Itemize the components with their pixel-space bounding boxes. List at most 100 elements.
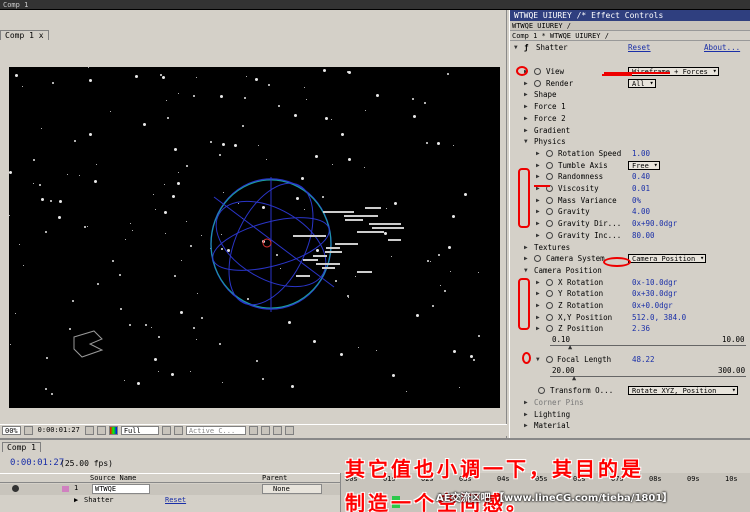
property-row[interactable]: ▶ Mass Variance 0% xyxy=(510,195,750,207)
property-group-row[interactable]: ▶ Corner Pins xyxy=(510,397,750,409)
expand-triangle-icon[interactable]: ▶ xyxy=(536,218,540,230)
property-row[interactable]: ▶ Render All xyxy=(510,78,750,90)
property-row[interactable]: ▶ Force 2 xyxy=(510,113,750,125)
expand-triangle-icon[interactable]: ▼ xyxy=(524,136,528,148)
stopwatch-icon[interactable] xyxy=(546,356,553,363)
stopwatch-icon[interactable] xyxy=(546,220,553,228)
z-position-slider[interactable]: 0.10 10.00 ▲ xyxy=(510,334,750,351)
expand-triangle-icon[interactable]: ▶ xyxy=(524,409,528,421)
expand-triangle-icon[interactable]: ▶ xyxy=(524,420,528,432)
property-value[interactable]: 0x+30.0dgr xyxy=(632,288,677,300)
camera-view-select[interactable]: Active C... xyxy=(185,426,246,435)
timeline-timecode[interactable]: 0:00:01:27 xyxy=(10,458,64,468)
stopwatch-icon[interactable] xyxy=(546,161,553,169)
expand-triangle-icon[interactable]: ▶ xyxy=(536,288,540,300)
parent-select[interactable]: None xyxy=(262,484,322,494)
expand-triangle-icon[interactable]: ▶ xyxy=(536,206,540,218)
resolution-select[interactable]: Full xyxy=(120,426,159,435)
stopwatch-icon[interactable] xyxy=(546,313,553,321)
property-row[interactable]: ▶ Shape xyxy=(510,89,750,101)
stopwatch-icon[interactable] xyxy=(534,255,541,263)
property-row[interactable]: ▶ Force 1 xyxy=(510,101,750,113)
channel-icon[interactable] xyxy=(108,426,118,435)
stopwatch-icon[interactable] xyxy=(546,231,553,239)
effect-reset-link[interactable]: Reset xyxy=(165,496,186,504)
fast-preview-icon[interactable] xyxy=(272,426,282,435)
property-value[interactable]: 0% xyxy=(632,195,641,207)
focal-slider-thumb-icon[interactable]: ▲ xyxy=(572,373,576,385)
about-link[interactable]: About... xyxy=(704,42,740,54)
expand-triangle-icon[interactable]: ▶ xyxy=(74,496,78,504)
expand-triangle-icon[interactable]: ▼ xyxy=(524,265,528,277)
focal-slider[interactable]: 20.00 300.00 ▲ xyxy=(510,365,750,382)
property-value[interactable]: 0x+90.0dgr xyxy=(632,218,677,230)
property-row[interactable]: ▶ Gravity 4.00 xyxy=(510,206,750,218)
property-value[interactable]: 80.00 xyxy=(632,230,655,242)
property-row[interactable]: ▶ X,Y Position 512.0, 384.0 xyxy=(510,312,750,324)
transform-order-select[interactable]: Rotate XYZ, Position xyxy=(628,386,738,395)
expand-triangle-icon[interactable]: ▼ xyxy=(536,354,540,366)
property-row[interactable]: ▼ Physics xyxy=(510,136,750,148)
stopwatch-icon[interactable] xyxy=(546,196,553,204)
property-row[interactable]: ▼ Camera Position xyxy=(510,265,750,277)
stopwatch-icon[interactable] xyxy=(546,149,553,157)
expand-triangle-icon[interactable]: ▶ xyxy=(524,78,528,90)
transform-order-row[interactable]: Transform O... Rotate XYZ, Position xyxy=(510,385,750,397)
fx-enable-icon[interactable]: ƒ xyxy=(524,42,529,54)
property-value[interactable]: 0x-10.0dgr xyxy=(632,277,677,289)
expand-triangle-icon[interactable]: ▶ xyxy=(524,242,528,254)
expand-triangle-icon[interactable]: ▶ xyxy=(536,300,540,312)
property-value[interactable]: 4.00 xyxy=(632,206,650,218)
property-select[interactable]: Camera Position xyxy=(628,254,707,264)
label-color-swatch[interactable] xyxy=(62,486,69,492)
slider-thumb-icon[interactable]: ▲ xyxy=(568,342,572,354)
expand-triangle-icon[interactable]: ▶ xyxy=(524,113,528,125)
safe-zone-icon[interactable] xyxy=(23,426,33,435)
visibility-eye-icon[interactable] xyxy=(12,485,19,492)
timeline-tab[interactable]: Comp 1 xyxy=(2,442,41,452)
layer-row[interactable]: 1 WTWQE None xyxy=(0,484,340,495)
timecode-display[interactable]: 0:00:01:27 xyxy=(36,426,82,435)
property-row[interactable]: ▶ Tumble Axis Free xyxy=(510,160,750,172)
tab-comp[interactable]: Comp 1 x xyxy=(0,30,49,40)
stopwatch-icon[interactable] xyxy=(546,290,553,298)
transparency-grid-icon[interactable] xyxy=(173,426,183,435)
tab-close-icon[interactable]: x xyxy=(39,31,44,40)
effect-controls-tab[interactable]: WTWQE UIUREY / xyxy=(510,21,750,31)
property-row[interactable]: ▶ X Rotation 0x-10.0dgr xyxy=(510,277,750,289)
property-value[interactable]: 0.40 xyxy=(632,171,650,183)
zoom-select[interactable]: 00% xyxy=(2,426,21,435)
focal-length-value[interactable]: 48.22 xyxy=(632,354,655,366)
stopwatch-icon[interactable] xyxy=(546,173,553,181)
stopwatch-icon[interactable] xyxy=(546,325,553,333)
expand-triangle-icon[interactable]: ▶ xyxy=(536,148,540,160)
stopwatch-icon[interactable] xyxy=(546,208,553,216)
expand-triangle-icon[interactable]: ▶ xyxy=(524,89,528,101)
expand-triangle-icon[interactable]: ▶ xyxy=(536,195,540,207)
expand-triangle-icon[interactable]: ▶ xyxy=(524,101,528,113)
expand-triangle-icon[interactable]: ▶ xyxy=(536,277,540,289)
composition-viewer[interactable] xyxy=(9,67,500,408)
column-source-name[interactable]: Source Name xyxy=(90,474,136,482)
property-row[interactable]: ▶ Z Rotation 0x+0.0dgr xyxy=(510,300,750,312)
property-value[interactable]: 1.00 xyxy=(632,148,650,160)
expand-triangle-icon[interactable]: ▶ xyxy=(524,397,528,409)
flowchart-icon[interactable] xyxy=(284,426,294,435)
property-select[interactable]: All xyxy=(628,78,656,88)
expand-triangle-icon[interactable]: ▶ xyxy=(536,230,540,242)
collapse-triangle-icon[interactable]: ▼ xyxy=(514,42,518,54)
property-row[interactable]: ▶ Gravity Inc... 80.00 xyxy=(510,230,750,242)
property-row[interactable]: ▶ Randomness 0.40 xyxy=(510,171,750,183)
property-value[interactable]: 0.01 xyxy=(632,183,650,195)
property-row[interactable]: ▶ Textures xyxy=(510,242,750,254)
property-select[interactable]: Free xyxy=(628,160,660,170)
property-group-row[interactable]: ▶ Lighting xyxy=(510,409,750,421)
stopwatch-icon[interactable] xyxy=(546,302,553,309)
property-row[interactable]: ▶ Gradient xyxy=(510,125,750,137)
focal-length-row[interactable]: ▼ Focal Length 48.22 xyxy=(510,354,750,366)
property-value[interactable]: 512.0, 384.0 xyxy=(632,312,686,324)
stopwatch-icon[interactable] xyxy=(534,68,541,75)
pixel-aspect-icon[interactable] xyxy=(260,426,270,435)
expand-triangle-icon[interactable]: ▶ xyxy=(536,160,540,172)
expand-triangle-icon[interactable]: ▶ xyxy=(524,253,528,265)
